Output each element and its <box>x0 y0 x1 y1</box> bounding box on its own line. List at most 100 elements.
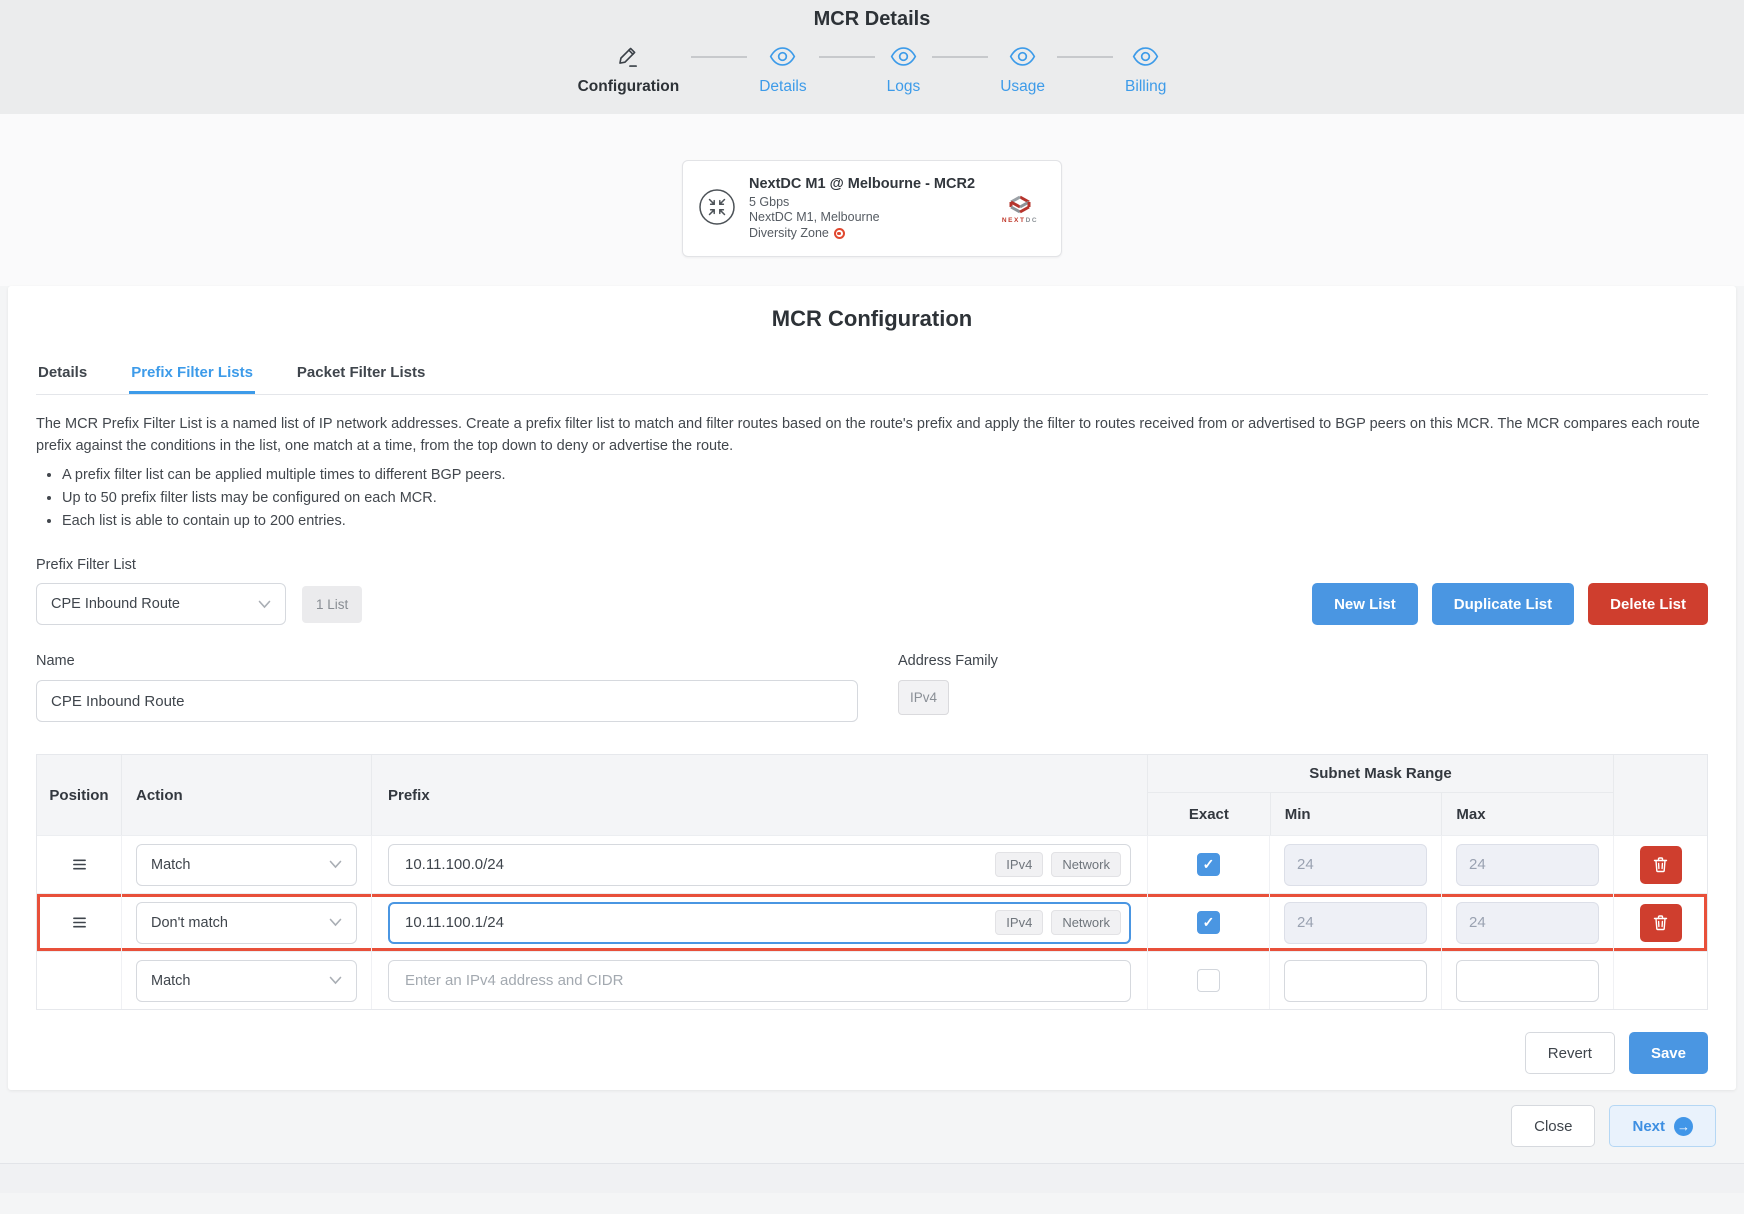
address-family-label: Address Family <box>898 653 998 669</box>
list-selector-row: CPE Inbound Route 1 List New List Duplic… <box>36 583 1708 625</box>
drag-handle-icon[interactable] <box>72 858 87 871</box>
step-billing[interactable]: Billing <box>1125 43 1166 96</box>
diversity-zone-label: Diversity Zone <box>749 226 829 242</box>
delete-cell <box>1613 952 1707 1009</box>
tab-packet-filter-lists[interactable]: Packet Filter Lists <box>295 356 427 394</box>
action-cell: Don't match <box>121 894 371 951</box>
page-header: MCR Details Configuration Details <box>0 0 1744 114</box>
eye-icon <box>1132 43 1159 69</box>
panel-title: MCR Configuration <box>36 306 1708 332</box>
step-label: Usage <box>1000 78 1045 96</box>
trash-icon <box>1653 915 1668 931</box>
position-cell <box>37 836 121 893</box>
header-subnet-mask-range: Subnet Mask Range Exact Min Max <box>1147 755 1613 835</box>
exact-checkbox[interactable] <box>1197 911 1220 934</box>
next-label: Next <box>1632 1118 1665 1135</box>
trash-icon <box>1653 857 1668 873</box>
min-input[interactable] <box>1284 844 1427 886</box>
step-label: Logs <box>887 78 921 96</box>
min-cell <box>1269 952 1441 1009</box>
step-usage[interactable]: Usage <box>1000 43 1045 96</box>
table-row: Don't match IPv4 Network <box>37 893 1707 951</box>
ip-version-badge: IPv4 <box>995 852 1043 877</box>
drag-handle-icon[interactable] <box>72 916 87 929</box>
eye-icon <box>769 43 796 69</box>
step-configuration[interactable]: Configuration <box>578 43 680 96</box>
name-field-block: Name <box>36 653 858 722</box>
subnet-subheaders: Exact Min Max <box>1148 793 1613 835</box>
ip-version-badge: IPv4 <box>995 910 1043 935</box>
prefix-input-box: IPv4 Network <box>388 902 1131 944</box>
max-input[interactable] <box>1456 960 1599 1002</box>
eye-icon <box>890 43 917 69</box>
delete-list-button[interactable]: Delete List <box>1588 583 1708 625</box>
min-input[interactable] <box>1284 960 1427 1002</box>
network-badge: Network <box>1051 910 1121 935</box>
revert-button[interactable]: Revert <box>1525 1032 1615 1074</box>
chevron-down-icon <box>329 860 342 869</box>
exact-checkbox[interactable] <box>1197 853 1220 876</box>
step-label: Details <box>759 78 806 96</box>
save-button[interactable]: Save <box>1629 1032 1708 1074</box>
prefix-cell <box>371 952 1147 1009</box>
prefix-filter-list-label: Prefix Filter List <box>36 557 1708 573</box>
action-select[interactable]: Match <box>136 844 357 886</box>
header-position: Position <box>37 755 121 835</box>
mcr-card[interactable]: NextDC M1 @ Melbourne - MCR2 5 Gbps Next… <box>682 160 1062 257</box>
tab-prefix-filter-lists[interactable]: Prefix Filter Lists <box>129 356 255 394</box>
pencil-icon <box>617 43 640 69</box>
nextdc-logo-text: NEXTDC <box>1002 217 1038 224</box>
header-max: Max <box>1441 793 1613 835</box>
mcr-configuration-panel: MCR Configuration Details Prefix Filter … <box>8 286 1736 1090</box>
min-input[interactable] <box>1284 902 1427 944</box>
min-cell <box>1269 836 1441 893</box>
prefix-list-description: The MCR Prefix Filter List is a named li… <box>36 413 1708 457</box>
step-connector <box>691 56 747 58</box>
step-details[interactable]: Details <box>759 43 806 96</box>
nextdc-logo-icon <box>997 194 1043 216</box>
header-exact: Exact <box>1148 793 1270 835</box>
chevron-down-icon <box>329 976 342 985</box>
tab-details[interactable]: Details <box>36 356 89 394</box>
exact-cell <box>1147 894 1269 951</box>
selected-list-name: CPE Inbound Route <box>51 596 180 612</box>
max-cell <box>1441 836 1613 893</box>
list-name-input[interactable] <box>36 680 858 722</box>
new-list-button[interactable]: New List <box>1312 583 1418 625</box>
name-row: Name Address Family IPv4 <box>36 653 1708 722</box>
action-select[interactable]: Match <box>136 960 357 1002</box>
action-value: Don't match <box>151 915 228 931</box>
arrow-right-circle-icon: → <box>1674 1117 1693 1136</box>
footer-bar: Close Next → <box>0 1090 1744 1147</box>
address-family-badge: IPv4 <box>898 680 949 715</box>
network-badge: Network <box>1051 852 1121 877</box>
bullet-item: Up to 50 prefix filter lists may be conf… <box>62 490 1708 506</box>
header-actions-column <box>1613 755 1707 835</box>
name-label: Name <box>36 653 858 669</box>
exact-checkbox[interactable] <box>1197 969 1220 992</box>
prefix-input[interactable] <box>403 855 987 874</box>
prefix-input[interactable] <box>403 913 987 932</box>
duplicate-list-button[interactable]: Duplicate List <box>1432 583 1574 625</box>
position-cell <box>37 894 121 951</box>
next-button[interactable]: Next → <box>1609 1105 1716 1147</box>
max-input[interactable] <box>1456 844 1599 886</box>
delete-cell <box>1613 894 1707 951</box>
prefix-input[interactable] <box>403 971 1121 990</box>
delete-row-button[interactable] <box>1640 904 1682 942</box>
action-select[interactable]: Don't match <box>136 902 357 944</box>
step-label: Billing <box>1125 78 1166 96</box>
diversity-zone-icon <box>834 228 845 239</box>
delete-row-button[interactable] <box>1640 846 1682 884</box>
eye-icon <box>1009 43 1036 69</box>
step-connector <box>1057 56 1113 58</box>
action-value: Match <box>151 857 191 873</box>
prefix-filter-list-select[interactable]: CPE Inbound Route <box>36 583 286 625</box>
step-logs[interactable]: Logs <box>887 43 921 96</box>
step-label: Configuration <box>578 78 680 96</box>
max-input[interactable] <box>1456 902 1599 944</box>
table-row: Match <box>37 951 1707 1009</box>
close-button[interactable]: Close <box>1511 1105 1595 1147</box>
header-min: Min <box>1270 793 1442 835</box>
bullet-item: Each list is able to contain up to 200 e… <box>62 513 1708 529</box>
